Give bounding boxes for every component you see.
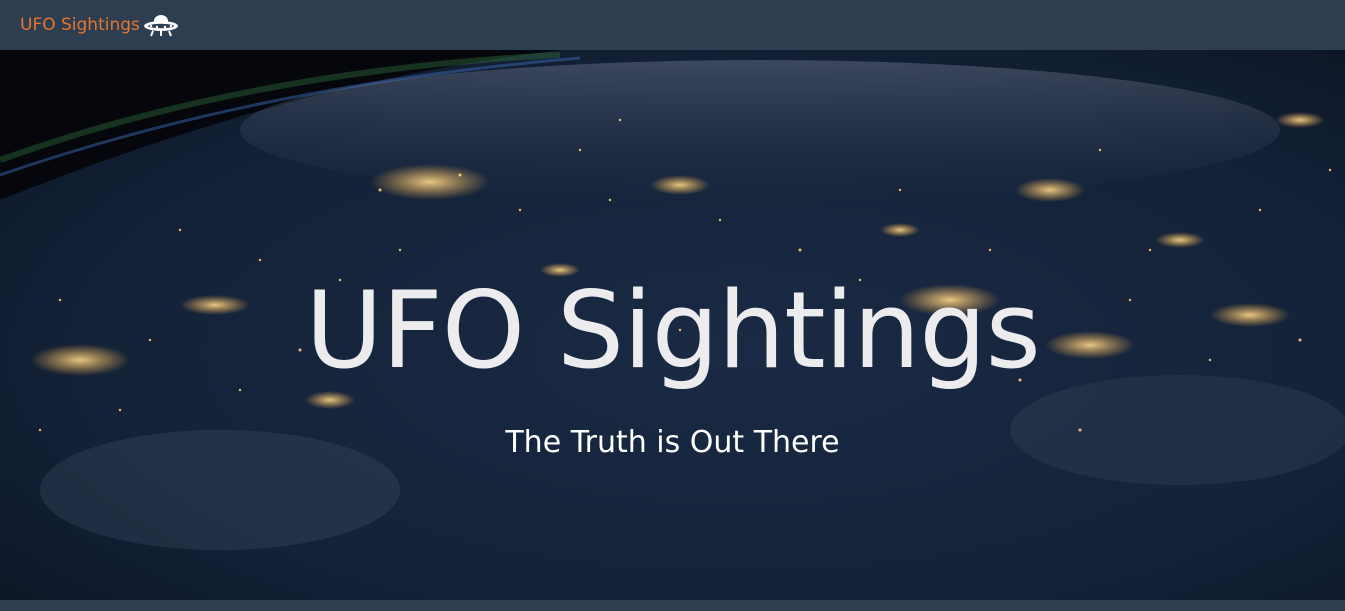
- ufo-icon: [142, 12, 180, 38]
- brand-label: UFO Sightings: [20, 15, 140, 35]
- hero-subtitle: The Truth is Out There: [505, 425, 840, 460]
- footer-strip: [0, 600, 1345, 611]
- hero-section: UFO Sightings The Truth is Out There: [0, 50, 1345, 600]
- brand-link[interactable]: UFO Sightings: [20, 12, 180, 38]
- hero-title: UFO Sightings: [305, 269, 1041, 392]
- top-navbar: UFO Sightings: [0, 0, 1345, 50]
